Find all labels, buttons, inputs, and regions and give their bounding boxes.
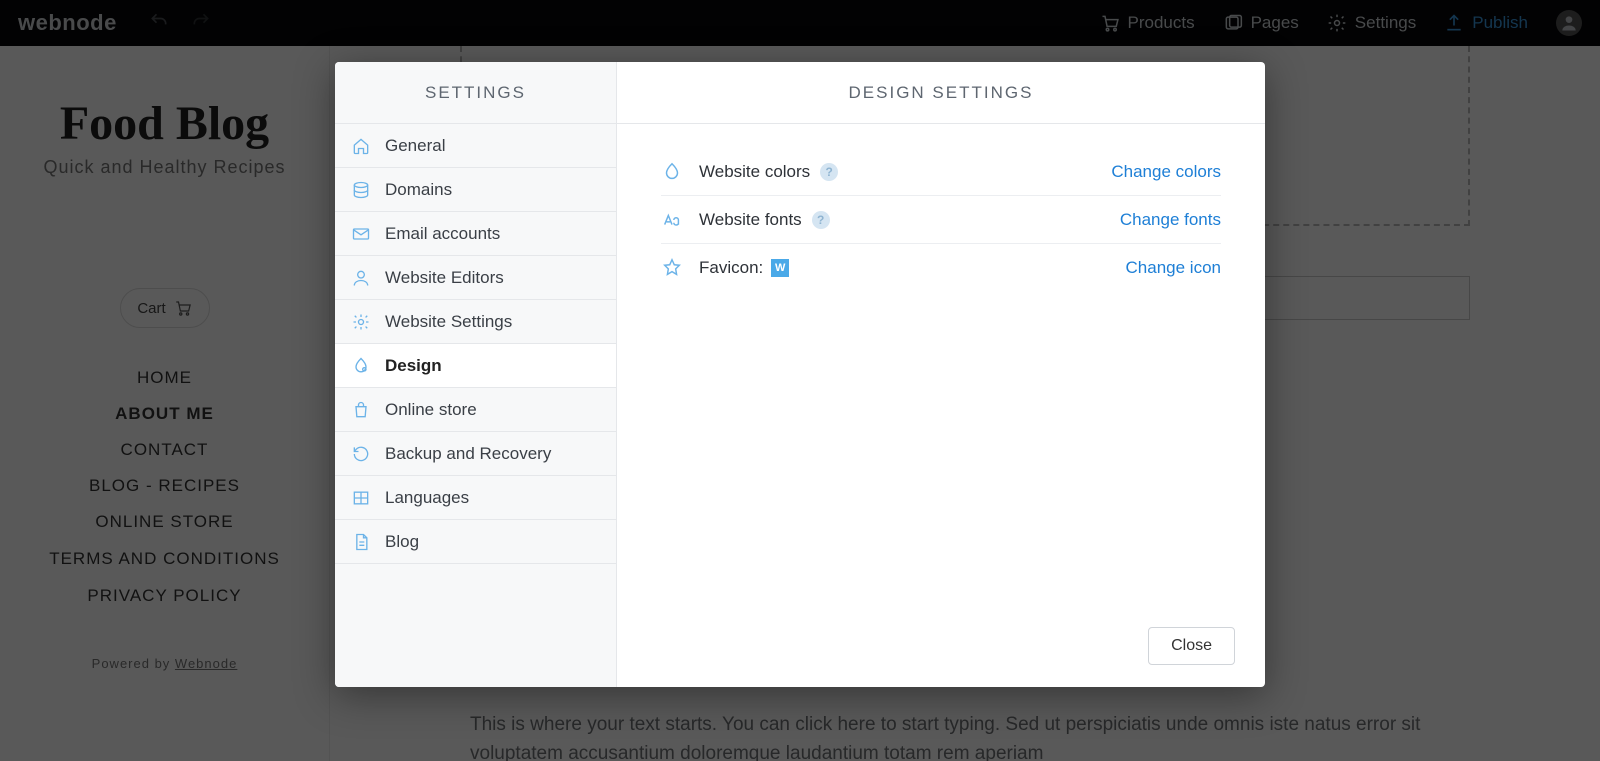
- settings-body: Website colors ? Change colors Website f…: [617, 124, 1265, 613]
- sidebar-label: Domains: [385, 180, 452, 200]
- settings-sidebar-title: SETTINGS: [335, 62, 616, 124]
- sidebar-label: General: [385, 136, 445, 156]
- row-label: Website fonts: [699, 210, 802, 230]
- sidebar-item-languages[interactable]: Languages: [335, 476, 616, 520]
- sidebar-label: Website Settings: [385, 312, 512, 332]
- sidebar-item-general[interactable]: General: [335, 124, 616, 168]
- settings-sidebar: SETTINGS General Domains Email accounts …: [335, 62, 617, 687]
- change-icon-link[interactable]: Change icon: [1126, 258, 1221, 278]
- help-icon[interactable]: ?: [820, 163, 838, 181]
- sidebar-item-store[interactable]: Online store: [335, 388, 616, 432]
- row-website-colors: Website colors ? Change colors: [661, 148, 1221, 196]
- sidebar-item-domains[interactable]: Domains: [335, 168, 616, 212]
- database-icon: [351, 180, 371, 200]
- change-colors-link[interactable]: Change colors: [1111, 162, 1221, 182]
- sidebar-label: Website Editors: [385, 268, 504, 288]
- sidebar-item-backup[interactable]: Backup and Recovery: [335, 432, 616, 476]
- row-favicon: Favicon: W Change icon: [661, 244, 1221, 292]
- paint-icon: [351, 356, 371, 376]
- grid-icon: [351, 488, 371, 508]
- document-icon: [351, 532, 371, 552]
- gear-icon: [351, 312, 371, 332]
- help-icon[interactable]: ?: [812, 211, 830, 229]
- bag-icon: [351, 400, 371, 420]
- sidebar-label: Backup and Recovery: [385, 444, 551, 464]
- settings-footer: Close: [617, 613, 1265, 687]
- person-icon: [351, 268, 371, 288]
- font-icon: [661, 209, 683, 231]
- drop-icon: [661, 161, 683, 183]
- sidebar-item-design[interactable]: Design: [335, 344, 616, 388]
- settings-modal: SETTINGS General Domains Email accounts …: [335, 62, 1265, 687]
- sidebar-label: Online store: [385, 400, 477, 420]
- row-label: Website colors: [699, 162, 810, 182]
- sidebar-item-blog[interactable]: Blog: [335, 520, 616, 564]
- mail-icon: [351, 224, 371, 244]
- favicon-badge: W: [771, 259, 789, 277]
- star-icon: [661, 257, 683, 279]
- settings-main: DESIGN SETTINGS Website colors ? Change …: [617, 62, 1265, 687]
- sidebar-label: Languages: [385, 488, 469, 508]
- close-button[interactable]: Close: [1148, 627, 1235, 665]
- restore-icon: [351, 444, 371, 464]
- sidebar-item-website-settings[interactable]: Website Settings: [335, 300, 616, 344]
- sidebar-item-email[interactable]: Email accounts: [335, 212, 616, 256]
- row-label: Favicon:: [699, 258, 763, 278]
- change-fonts-link[interactable]: Change fonts: [1120, 210, 1221, 230]
- sidebar-item-editors[interactable]: Website Editors: [335, 256, 616, 300]
- sidebar-label: Design: [385, 356, 442, 376]
- row-website-fonts: Website fonts ? Change fonts: [661, 196, 1221, 244]
- sidebar-label: Email accounts: [385, 224, 500, 244]
- home-icon: [351, 136, 371, 156]
- settings-main-title: DESIGN SETTINGS: [617, 62, 1265, 124]
- sidebar-label: Blog: [385, 532, 419, 552]
